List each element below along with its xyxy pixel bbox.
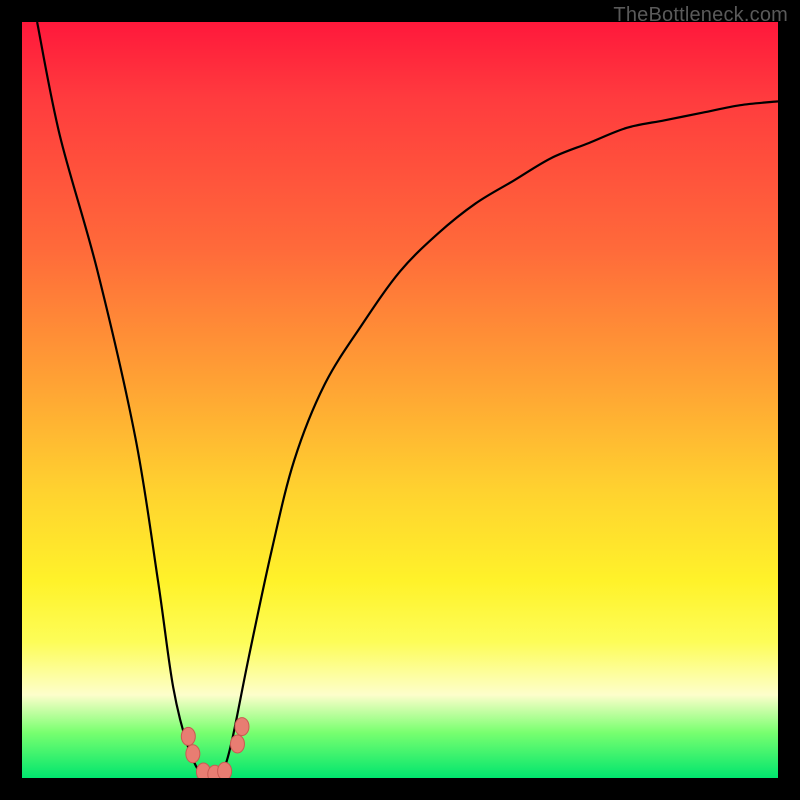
marker-f: [230, 735, 244, 753]
curve-layer: [22, 22, 778, 778]
bottleneck-curve: [37, 22, 778, 778]
marker-b: [186, 745, 200, 763]
marker-e: [218, 762, 232, 778]
chart-frame: TheBottleneck.com: [0, 0, 800, 800]
data-markers: [181, 718, 249, 778]
plot-area: [22, 22, 778, 778]
marker-a: [181, 727, 195, 745]
marker-g: [235, 718, 249, 736]
watermark-text: TheBottleneck.com: [613, 4, 788, 27]
